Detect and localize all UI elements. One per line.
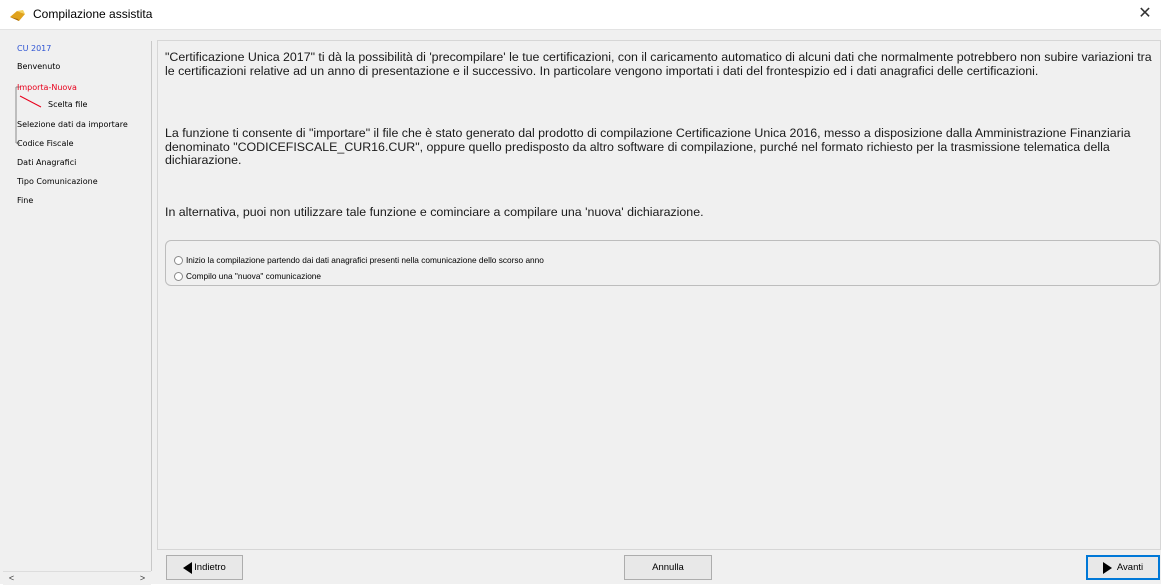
- tree-item-dati-anagrafici[interactable]: Dati Anagrafici: [17, 158, 76, 167]
- next-button[interactable]: Avanti: [1086, 555, 1160, 580]
- app-icon: [10, 10, 25, 21]
- option-import-previous[interactable]: Inizio la compilazione partendo dai dati…: [174, 254, 544, 266]
- window-title: Compilazione assistita: [33, 7, 153, 21]
- back-button[interactable]: Indietro: [166, 555, 243, 580]
- tree-item-importa-nuova[interactable]: Importa-Nuova: [17, 83, 77, 92]
- intro-paragraph-3: In alternativa, puoi non utilizzare tale…: [165, 205, 704, 219]
- tree-item-fine[interactable]: Fine: [17, 196, 33, 205]
- close-icon[interactable]: ✕: [1137, 6, 1153, 22]
- radio-button[interactable]: [174, 271, 183, 281]
- wizard-steps-tree: CU 2017 Benvenuto Importa-Nuova Scelta f…: [3, 41, 152, 571]
- choice-options-group: Inizio la compilazione partendo dai dati…: [165, 240, 1160, 286]
- tree-item-benvenuto[interactable]: Benvenuto: [17, 62, 60, 71]
- tree-item-selezione-dati[interactable]: Selezione dati da importare: [17, 120, 128, 129]
- option-label: Inizio la compilazione partendo dai dati…: [186, 255, 544, 265]
- tree-item-cu2017[interactable]: CU 2017: [17, 44, 51, 53]
- content-panel: "Certificazione Unica 2017" ti dà la pos…: [157, 40, 1161, 550]
- scroll-right-icon[interactable]: >: [136, 572, 149, 585]
- next-button-label: Avanti: [1116, 562, 1144, 573]
- intro-paragraph-1: "Certificazione Unica 2017" ti dà la pos…: [165, 50, 1152, 78]
- cancel-button-label: Annulla: [652, 562, 684, 573]
- tree-item-tipo-comunicazione[interactable]: Tipo Comunicazione: [17, 177, 98, 186]
- option-new-communication[interactable]: Compilo una "nuova" comunicazione: [174, 270, 321, 282]
- intro-paragraph-2: La funzione ti consente di "importare" i…: [165, 126, 1131, 167]
- option-label: Compilo una "nuova" comunicazione: [186, 271, 322, 281]
- back-button-label: Indietro: [194, 562, 226, 573]
- tree-item-codice-fiscale[interactable]: Codice Fiscale: [17, 139, 74, 148]
- cancel-button[interactable]: Annulla: [624, 555, 712, 580]
- arrow-left-icon: [183, 561, 193, 574]
- tree-horizontal-scrollbar[interactable]: < >: [3, 571, 151, 585]
- tree-item-scelta-file[interactable]: Scelta file: [48, 100, 87, 109]
- radio-button[interactable]: [174, 255, 183, 265]
- scroll-left-icon[interactable]: <: [5, 572, 18, 585]
- title-bar: Compilazione assistita ✕: [0, 0, 1161, 30]
- arrow-right-icon: [1102, 561, 1112, 574]
